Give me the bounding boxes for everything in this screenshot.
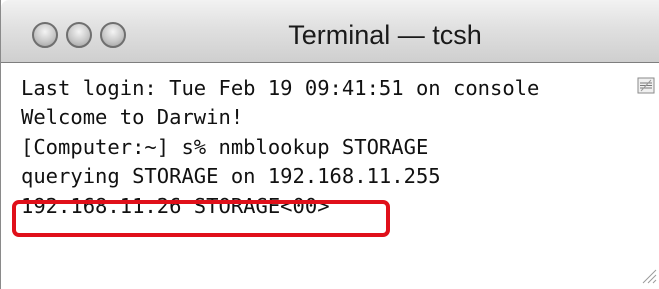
window-title: Terminal — tcsh	[288, 20, 482, 50]
split-pane-icon[interactable]	[637, 77, 655, 94]
title-bar[interactable]: Terminal — tcsh	[1, 0, 659, 63]
terminal-content[interactable]: Last login: Tue Feb 19 09:41:51 on conso…	[1, 63, 631, 289]
highlight-box	[12, 200, 390, 237]
terminal-line: querying STORAGE on 192.168.11.255	[21, 164, 441, 188]
terminal-line: [Computer:~] s% nmblookup STORAGE	[21, 135, 429, 159]
terminal-line: Welcome to Darwin!	[21, 105, 244, 129]
resize-grip-icon[interactable]	[639, 266, 657, 284]
terminal-window: Terminal — tcsh Last login: Tue Feb 19 0…	[0, 0, 659, 289]
terminal-line: Last login: Tue Feb 19 09:41:51 on conso…	[21, 76, 540, 100]
